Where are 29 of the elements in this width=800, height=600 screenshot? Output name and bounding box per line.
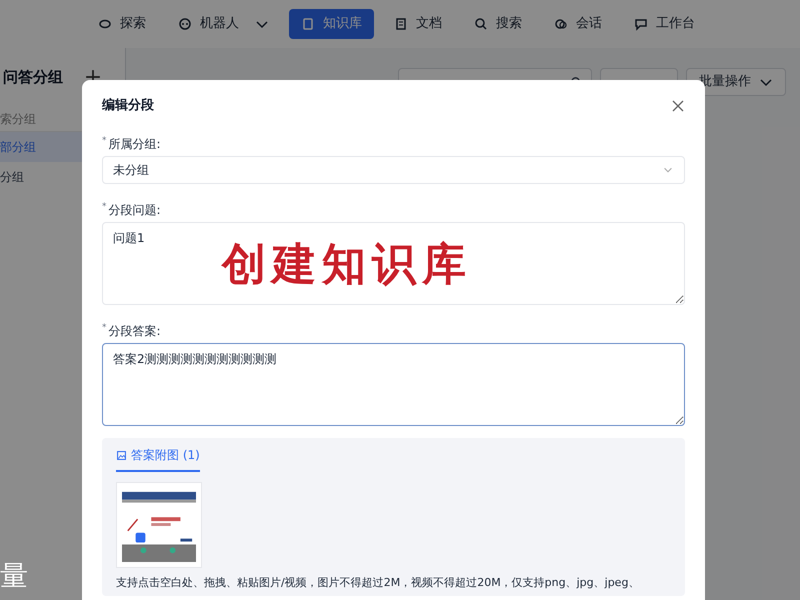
field-label: 分段答案: bbox=[108, 323, 161, 339]
document-icon bbox=[394, 17, 408, 31]
overlay-caption: 创建知识库 bbox=[222, 238, 472, 292]
close-icon bbox=[671, 99, 685, 113]
help-text: 支持点击空白处、拖拽、粘贴图片/视频，图片不得超过2M，视频不得超过20M，仅支持png、jpg、jpeg、 bbox=[116, 576, 640, 590]
select-value: 未分组 bbox=[113, 162, 149, 179]
face-icon bbox=[178, 17, 192, 31]
subtitle-text: 量 bbox=[0, 558, 28, 594]
book-icon bbox=[301, 17, 315, 31]
required-mark: * bbox=[102, 323, 106, 333]
close-button[interactable] bbox=[671, 99, 685, 113]
attachment-tab[interactable]: 答案附图 (1) bbox=[116, 446, 200, 472]
required-mark: * bbox=[102, 136, 106, 146]
sidebar-title: 问答分组 bbox=[3, 66, 63, 88]
nav-tab[interactable]: 机器人 bbox=[166, 9, 281, 39]
field-label: 分段问题: bbox=[108, 202, 161, 218]
nav-tab[interactable]: 会话 bbox=[542, 9, 614, 39]
image-icon bbox=[116, 450, 127, 460]
nav-tab[interactable]: 文档 bbox=[382, 9, 454, 39]
chat-bubbles-icon bbox=[554, 17, 568, 31]
answer-textarea[interactable]: 答案2测测测测测测测测测测测 bbox=[102, 343, 685, 426]
nav-tab[interactable]: 工作台 bbox=[622, 9, 707, 39]
speech-bubble-icon bbox=[634, 17, 648, 31]
nav-tab[interactable]: 探索 bbox=[86, 9, 158, 39]
required-mark: * bbox=[102, 202, 106, 212]
nav-tab[interactable]: 知识库 bbox=[289, 9, 374, 39]
search-icon bbox=[474, 17, 488, 31]
nav-tab[interactable]: 搜索 bbox=[462, 9, 534, 39]
group-select[interactable]: 未分组 bbox=[102, 156, 685, 184]
